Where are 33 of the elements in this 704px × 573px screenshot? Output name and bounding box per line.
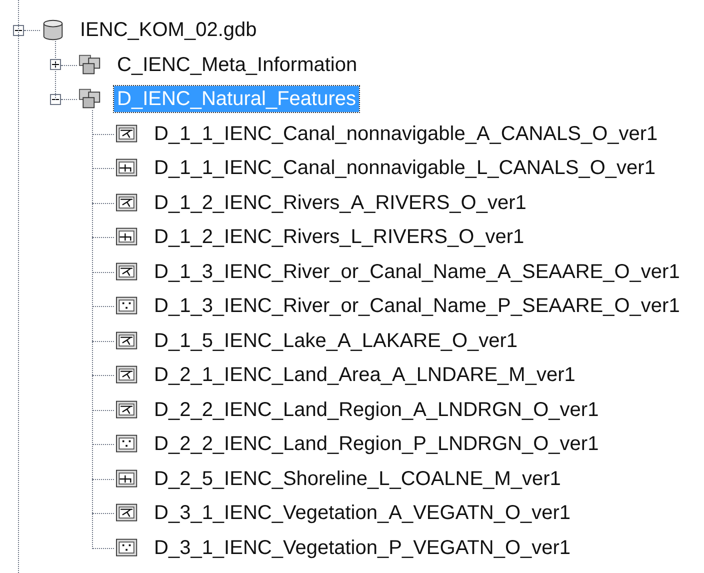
tree-item-label[interactable]: D_1_3_IENC_River_or_Canal_Name_P_SEAARE_O_ver1 [151,293,683,320]
line-layer-icon [114,226,140,248]
stacked-squares-icon [77,88,103,110]
tree-item-label[interactable]: C_IENC_Meta_Information [114,52,360,78]
polygon-layer-icon [114,398,140,421]
tree-item-label[interactable]: D_2_5_IENC_Shoreline_L_COALNE_M_ver1 [151,466,564,492]
expand-toggle[interactable] [50,59,61,70]
polygon-layer-icon [114,502,140,524]
tree-item-label[interactable]: IENC_KOM_02.gdb [77,17,260,44]
polygon-layer-icon [114,122,140,145]
tree-item-label[interactable]: D_1_3_IENC_River_or_Canal_Name_A_SEAARE_O_ver1 [151,258,683,285]
point-layer-icon [114,536,140,559]
line-layer-icon [114,468,140,490]
collapse-toggle[interactable] [13,24,24,36]
tree-item-label[interactable]: D_3_1_IENC_Vegetation_P_VEGATN_O_ver1 [151,534,574,561]
polygon-layer-icon [114,260,140,283]
point-layer-icon [114,433,140,456]
tree-item-label[interactable]: D_1_2_IENC_Rivers_L_RIVERS_O_ver1 [151,224,528,250]
tree-item-label[interactable]: D_3_1_IENC_Vegetation_A_VEGATN_O_ver1 [151,500,574,526]
tree-item-label[interactable]: D_2_1_IENC_Land_Area_A_LNDARE_M_ver1 [151,362,578,388]
polygon-layer-icon [114,364,140,386]
polygon-layer-icon [114,330,140,352]
collapse-toggle[interactable] [50,94,61,105]
polygon-layer-icon [114,192,140,214]
tree-item-label[interactable]: D_1_1_IENC_Canal_nonnavigable_L_CANALS_O_ver1 [151,155,658,182]
tree-item-label[interactable]: D_1_2_IENC_Rivers_A_RIVERS_O_ver1 [151,190,530,216]
tree-item-label[interactable]: D_1_5_IENC_Lake_A_LAKARE_O_ver1 [151,328,521,354]
tree-item-label[interactable]: D_2_2_IENC_Land_Region_A_LNDRGN_O_ver1 [151,396,602,423]
stacked-squares-icon [77,54,103,76]
point-layer-icon [114,295,140,318]
line-layer-icon [114,157,140,180]
tree-item-label[interactable]: D_2_2_IENC_Land_Region_P_LNDRGN_O_ver1 [151,431,602,458]
tree-item-label[interactable]: D_1_1_IENC_Canal_nonnavigable_A_CANALS_O_ver1 [151,120,661,147]
